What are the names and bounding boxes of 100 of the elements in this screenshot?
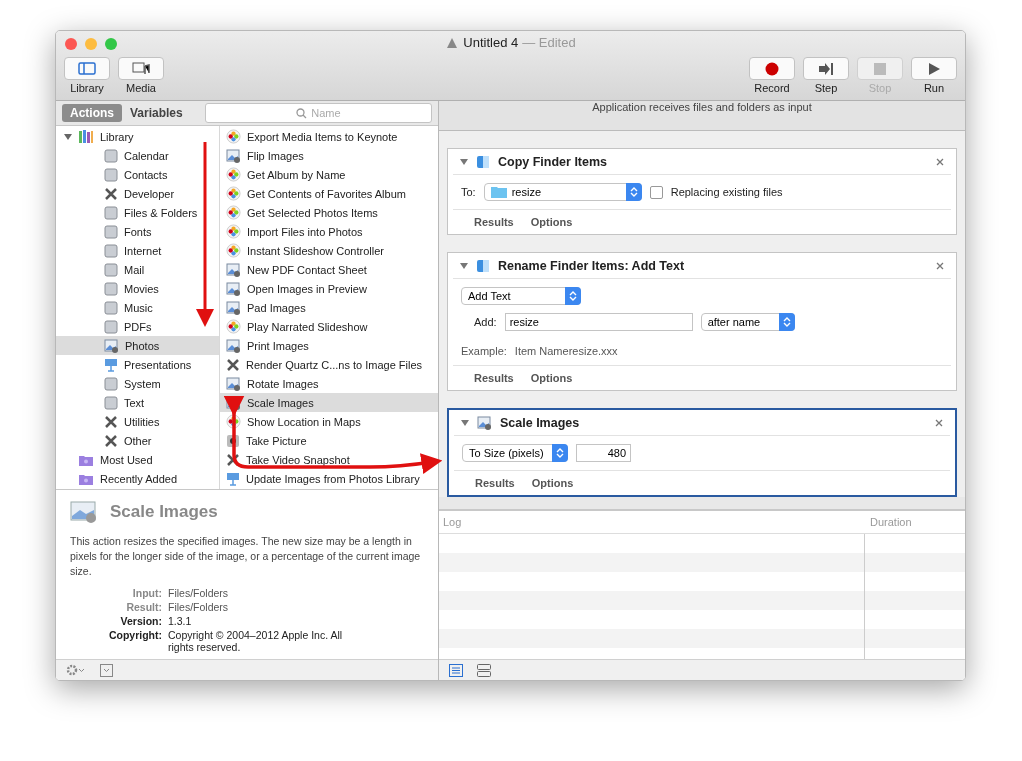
action-item[interactable]: Update Images from Photos Library xyxy=(220,469,438,488)
toolbar-label: Library xyxy=(70,82,104,94)
category-item[interactable]: System xyxy=(56,374,219,393)
action-card[interactable]: Rename Finder Items: Add Text Add Text Add: resize after name Example: Item Nameresize.xxx Results Options xyxy=(447,252,957,391)
action-label: Take Picture xyxy=(246,434,307,447)
card-tab[interactable]: Options xyxy=(531,477,574,489)
text-field[interactable]: resize xyxy=(504,313,693,331)
category-item[interactable]: Contacts xyxy=(56,165,219,184)
action-label: Update Images from Photos Library xyxy=(246,472,420,485)
category-item[interactable]: Other xyxy=(56,431,219,450)
card-tab[interactable]: Options xyxy=(530,216,573,228)
action-item[interactable]: Print Images xyxy=(220,336,438,355)
action-card[interactable]: Copy Finder Items To: resize Replacing existing files Results Options xyxy=(447,148,957,235)
action-item[interactable]: Pad Images xyxy=(220,298,438,317)
category-label: Library xyxy=(100,130,134,143)
tools-icon xyxy=(226,357,240,372)
disclosure-triangle[interactable] xyxy=(460,261,468,270)
category-icon xyxy=(104,148,118,163)
category-item[interactable]: Mail xyxy=(56,260,219,279)
card-tab[interactable]: Results xyxy=(475,477,515,489)
panel-icon[interactable] xyxy=(100,663,113,677)
action-card[interactable]: Scale Images To Size (pixels) 480 Results Options xyxy=(447,408,957,497)
close-icon[interactable] xyxy=(936,157,944,166)
close-button[interactable] xyxy=(65,38,77,50)
image-icon xyxy=(226,281,241,296)
toolbar-button[interactable] xyxy=(64,57,110,80)
tools-icon xyxy=(226,452,240,467)
search-icon xyxy=(296,107,308,119)
category-item[interactable]: Most Used xyxy=(56,450,219,469)
mode-popup[interactable]: Add Text xyxy=(461,287,581,305)
action-item[interactable]: Open Images in Preview xyxy=(220,279,438,298)
action-item[interactable]: Get Selected Photos Items xyxy=(220,203,438,222)
folder-popup[interactable]: resize xyxy=(483,183,642,201)
close-icon[interactable] xyxy=(935,418,943,427)
category-label: Other xyxy=(124,434,152,447)
action-label: Get Album by Name xyxy=(247,168,346,181)
disclosure-triangle[interactable] xyxy=(461,418,469,427)
action-label: Print Images xyxy=(247,339,309,352)
field-label: Version: xyxy=(119,615,162,627)
stepper-icon xyxy=(565,287,581,305)
action-item[interactable]: Render Quartz C...ns to Image Files xyxy=(220,355,438,374)
category-item[interactable]: Internet xyxy=(56,241,219,260)
position-popup[interactable]: after name xyxy=(700,313,795,331)
flower-icon xyxy=(226,414,241,429)
category-item[interactable]: Photos xyxy=(56,336,219,355)
action-item[interactable]: Flip Images xyxy=(220,146,438,165)
action-item[interactable]: Instant Slideshow Controller xyxy=(220,241,438,260)
category-item[interactable]: Files & Folders xyxy=(56,203,219,222)
action-item[interactable]: Get Contents of Favorites Album xyxy=(220,184,438,203)
card-title: Rename Finder Items: Add Text xyxy=(498,258,686,273)
disclosure-triangle[interactable] xyxy=(460,157,468,166)
record-icon xyxy=(765,61,779,76)
disclosure-triangle[interactable] xyxy=(64,132,72,141)
category-item[interactable]: Music xyxy=(56,298,219,317)
category-icon xyxy=(104,300,118,315)
card-tab[interactable]: Options xyxy=(530,372,573,384)
action-item[interactable]: New PDF Contact Sheet xyxy=(220,260,438,279)
rows-icon[interactable] xyxy=(477,663,491,677)
card-tab[interactable]: Results xyxy=(474,216,514,228)
image-icon xyxy=(226,148,241,163)
card-tab[interactable]: Results xyxy=(474,372,514,384)
toolbar-button[interactable] xyxy=(911,57,957,80)
category-item[interactable]: Recently Added xyxy=(56,469,219,488)
action-item[interactable]: Take Picture xyxy=(220,431,438,450)
category-label: Mail xyxy=(124,263,145,276)
toolbar-button[interactable] xyxy=(118,57,164,80)
checkbox[interactable] xyxy=(649,185,663,199)
action-label: Export Media Items to Keynote xyxy=(247,130,398,143)
size-field[interactable]: 480 xyxy=(576,444,631,462)
category-item[interactable]: Text xyxy=(56,393,219,412)
action-item[interactable]: Show Location in Maps xyxy=(220,412,438,431)
gear-icon[interactable] xyxy=(66,664,86,676)
action-label: Get Contents of Favorites Album xyxy=(247,187,406,200)
close-icon[interactable] xyxy=(936,261,944,270)
field-label: To: xyxy=(461,186,476,198)
category-item[interactable]: Presentations xyxy=(56,355,219,374)
action-item[interactable]: Play Narrated Slideshow xyxy=(220,317,438,336)
category-icon xyxy=(104,243,118,258)
action-label: Import Files into Photos xyxy=(247,225,363,238)
category-item[interactable]: PDFs xyxy=(56,317,219,336)
category-item[interactable]: Calendar xyxy=(56,146,219,165)
library-tab[interactable]: Variables xyxy=(122,104,191,122)
action-item[interactable]: Rotate Images xyxy=(220,374,438,393)
action-item[interactable]: Import Files into Photos xyxy=(220,222,438,241)
toolbar-button[interactable] xyxy=(749,57,795,80)
category-item[interactable]: Utilities xyxy=(56,412,219,431)
size-mode-popup[interactable]: To Size (pixels) xyxy=(462,444,568,462)
category-item[interactable]: Fonts xyxy=(56,222,219,241)
action-item[interactable]: Export Media Items to Keynote xyxy=(220,127,438,146)
action-item[interactable]: Take Video Snapshot xyxy=(220,450,438,469)
category-item[interactable]: Library xyxy=(56,127,219,146)
action-item[interactable]: Get Album by Name xyxy=(220,165,438,184)
toolbar-label: Record xyxy=(754,82,790,94)
action-label: Show Location in Maps xyxy=(247,415,361,428)
toolbar-button[interactable] xyxy=(803,57,849,80)
category-item[interactable]: Developer xyxy=(56,184,219,203)
category-item[interactable]: Movies xyxy=(56,279,219,298)
books-icon xyxy=(78,129,94,144)
list-icon[interactable] xyxy=(449,663,463,677)
image-icon xyxy=(104,338,119,353)
